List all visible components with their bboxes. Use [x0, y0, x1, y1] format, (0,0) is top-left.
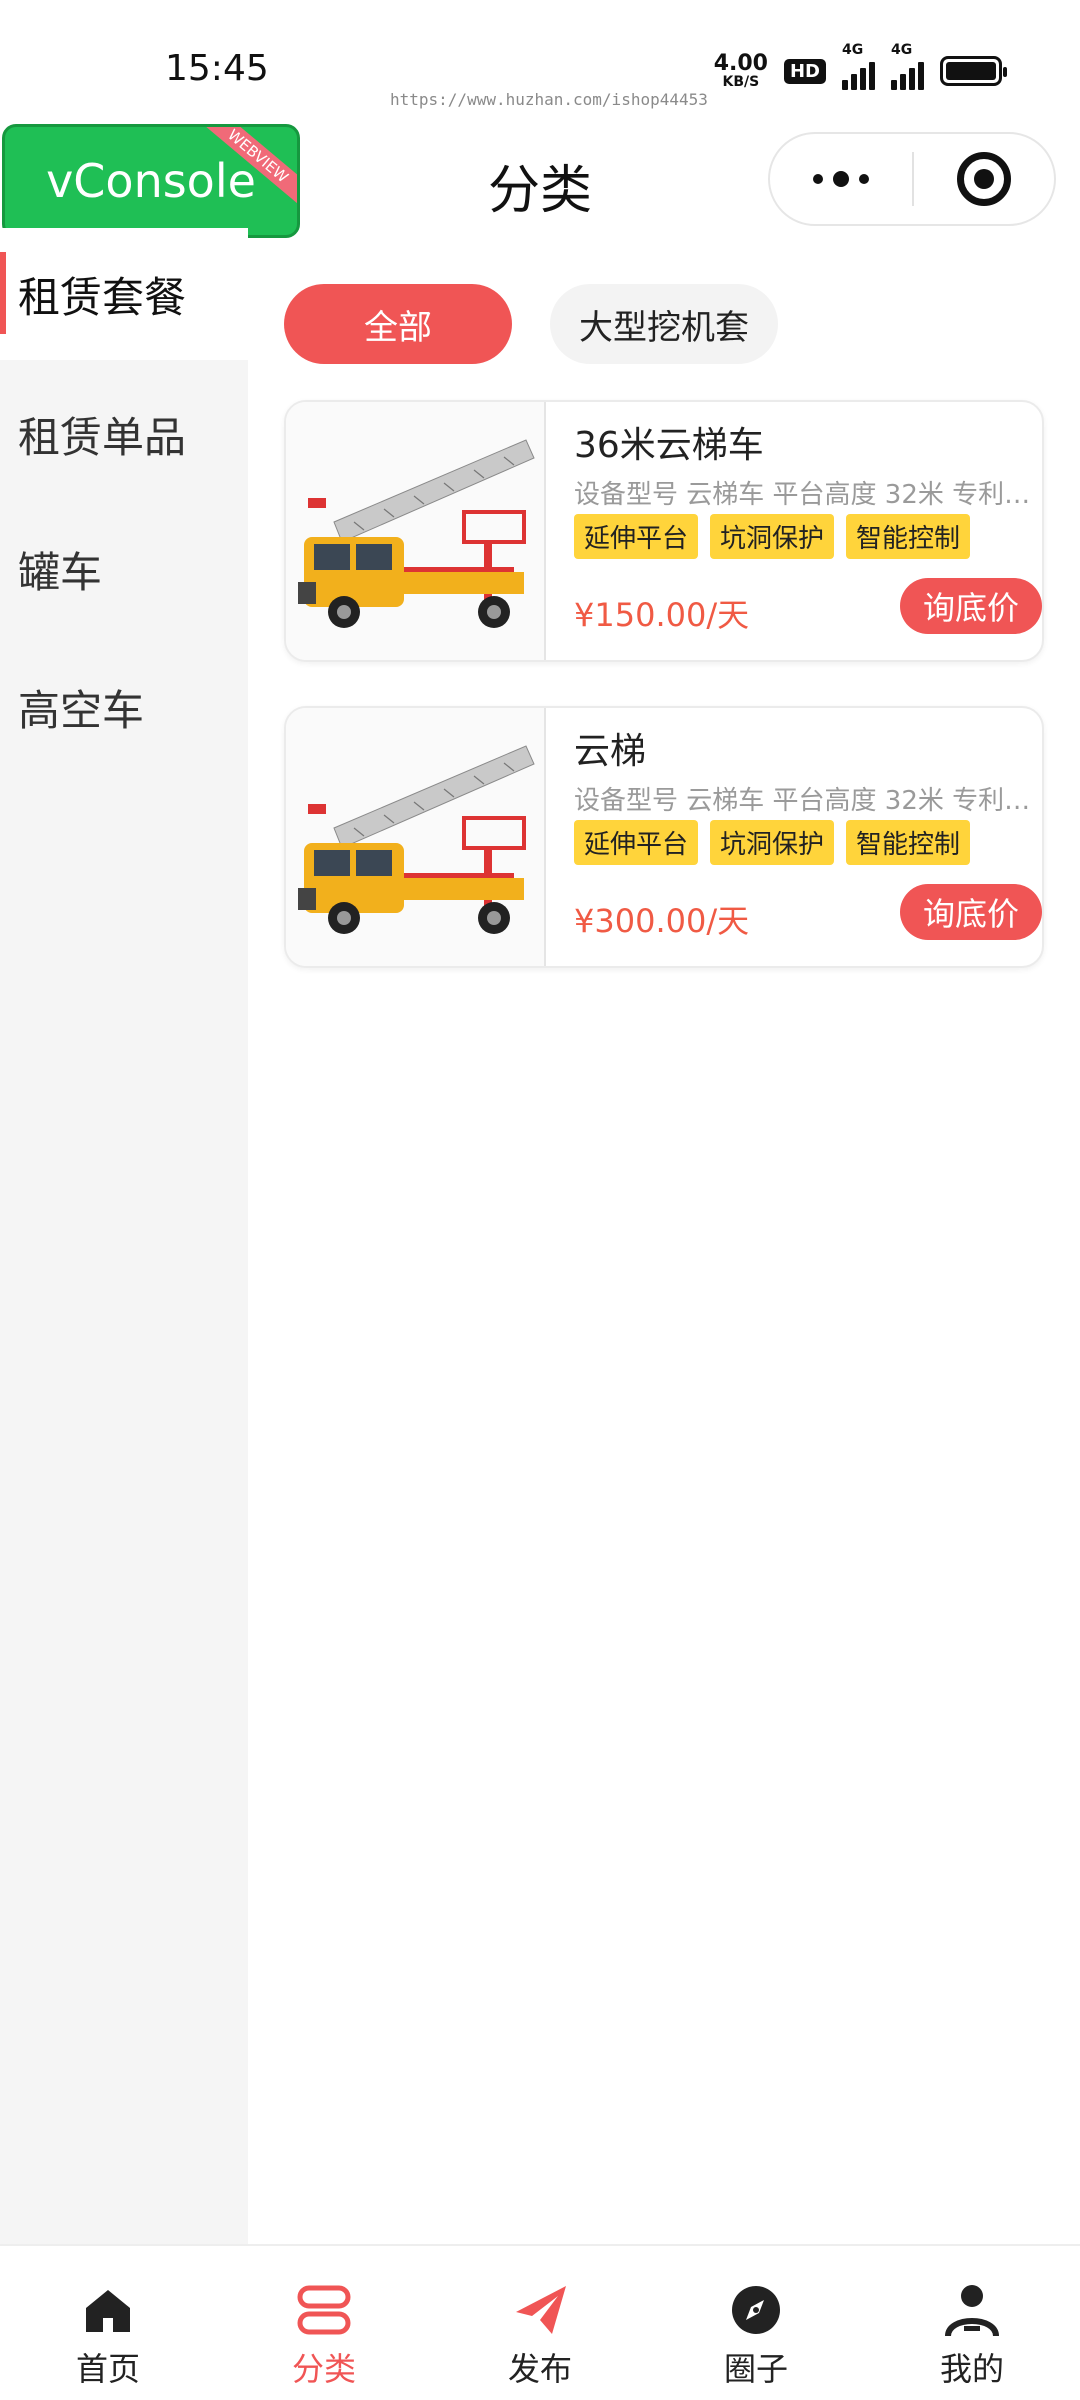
- product-desc: 设备型号 云梯车 平台高度 32米 专利…: [574, 786, 1031, 816]
- signal-icon: 4G: [891, 42, 924, 90]
- category-icon: [297, 2285, 351, 2335]
- product-desc: 设备型号 云梯车 平台高度 32米 专利…: [574, 480, 1031, 510]
- status-bar: 15:45 https://www.huzhan.com/ishop44453 …: [0, 0, 1080, 120]
- sidebar-item-label: 租赁单品: [18, 412, 187, 462]
- product-name: 36米云梯车: [574, 425, 764, 466]
- tab-publish[interactable]: 发布: [432, 2246, 648, 2400]
- sim1-label: 4G: [842, 42, 864, 58]
- product-tag: 智能控制: [846, 514, 971, 559]
- network-speed-unit: KB/S: [722, 74, 760, 90]
- send-icon: [516, 2286, 566, 2334]
- status-time: 15:45: [165, 48, 269, 89]
- home-icon: [86, 2290, 130, 2332]
- ask-price-button[interactable]: 询底价: [900, 884, 1042, 940]
- product-tag: 智能控制: [846, 820, 971, 865]
- chip-large-excavator[interactable]: 大型挖机套: [550, 284, 778, 364]
- vconsole-button[interactable]: vConsole WEBVIEW: [2, 124, 300, 238]
- more-button[interactable]: [770, 171, 912, 187]
- bottom-tab-bar: 首页 分类 发布 圈子 我的: [0, 2244, 1080, 2400]
- tab-circle[interactable]: 圈子: [648, 2246, 864, 2400]
- filter-chips: 全部 大型挖机套: [284, 284, 778, 364]
- product-image: [286, 402, 546, 660]
- product-tag: 坑洞保护: [710, 514, 835, 559]
- network-speed-value: 4.00: [713, 51, 768, 76]
- sidebar-item-label: 罐车: [18, 547, 103, 597]
- sidebar-item-label: 租赁套餐: [18, 272, 187, 322]
- sidebar-item-rental-single[interactable]: 租赁单品: [0, 368, 248, 500]
- tab-label: 首页: [75, 2350, 140, 2388]
- category-sidebar: 租赁套餐 租赁单品 罐车 高空车: [0, 228, 248, 2246]
- sidebar-item-rental-package[interactable]: 租赁套餐: [0, 228, 248, 360]
- page-title: 分类: [487, 161, 592, 221]
- target-icon: [956, 152, 1011, 206]
- tab-label: 发布: [507, 2350, 572, 2388]
- sidebar-item-label: 高空车: [18, 685, 145, 735]
- vconsole-label: vConsole: [46, 154, 256, 208]
- tab-label: 分类: [291, 2350, 356, 2388]
- url-watermark: https://www.huzhan.com/ishop44453: [390, 90, 708, 109]
- product-image: [286, 708, 546, 966]
- battery-icon: [940, 56, 1007, 86]
- sim2-label: 4G: [891, 42, 913, 58]
- dot-icon: [833, 171, 849, 187]
- product-card[interactable]: 云梯 设备型号 云梯车 平台高度 32米 专利… 延伸平台 坑洞保护 智能控制 …: [284, 706, 1044, 968]
- status-icons: 4.00 KB/S HD 4G 4G: [713, 42, 1007, 90]
- product-tags: 延伸平台 坑洞保护 智能控制: [574, 820, 971, 865]
- dot-icon: [859, 174, 869, 184]
- tab-home[interactable]: 首页: [0, 2246, 216, 2400]
- tab-label: 圈子: [723, 2350, 788, 2388]
- product-price: ¥150.00/天: [574, 596, 750, 634]
- chip-all[interactable]: 全部: [284, 284, 512, 364]
- hd-icon: HD: [783, 58, 826, 84]
- product-card[interactable]: 36米云梯车 设备型号 云梯车 平台高度 32米 专利… 延伸平台 坑洞保护 智…: [284, 400, 1044, 662]
- close-miniprogram-button[interactable]: [914, 152, 1054, 206]
- product-tags: 延伸平台 坑洞保护 智能控制: [574, 514, 971, 559]
- user-icon: [945, 2285, 999, 2337]
- tab-category[interactable]: 分类: [216, 2246, 432, 2400]
- product-tag: 延伸平台: [574, 514, 699, 559]
- product-tag: 坑洞保护: [710, 820, 835, 865]
- compass-icon: [732, 2286, 780, 2334]
- sidebar-item-aerial[interactable]: 高空车: [0, 638, 248, 776]
- network-speed: 4.00 KB/S: [713, 51, 768, 90]
- signal-icon: 4G: [842, 42, 875, 90]
- miniprogram-capsule: [768, 132, 1056, 226]
- ask-price-button[interactable]: 询底价: [900, 578, 1042, 634]
- app-screen: 15:45 https://www.huzhan.com/ishop44453 …: [0, 0, 1080, 2400]
- tab-label: 我的: [939, 2350, 1004, 2388]
- product-name: 云梯: [574, 731, 647, 772]
- product-price: ¥300.00/天: [574, 902, 750, 940]
- sidebar-item-tanker[interactable]: 罐车: [0, 500, 248, 638]
- product-tag: 延伸平台: [574, 820, 699, 865]
- dot-icon: [813, 174, 823, 184]
- tab-mine[interactable]: 我的: [864, 2246, 1080, 2400]
